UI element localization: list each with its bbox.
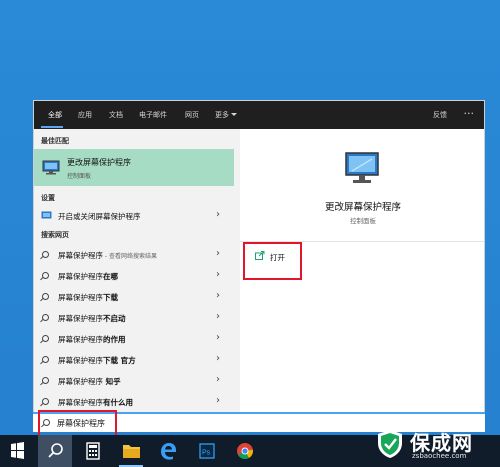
web-result-label: 屏幕保护程序下载 官方 [58,355,136,366]
preview-pane: 更改屏幕保护程序 控制面板 打开 [240,129,484,430]
annotation-highlight-box [38,410,117,437]
section-settings: 设置 [41,194,55,202]
web-result-label: 屏幕保护程序的作用 [58,334,126,345]
tab-documents[interactable]: 文档 [109,110,123,120]
search-icon [42,314,49,321]
tab-more-label: 更多 [215,111,229,119]
web-result-item[interactable]: 屏幕保护程序有什么用 › [34,392,234,412]
web-result-label: 屏幕保护程序 知乎 [58,376,121,387]
web-result-suffix: 不启动 [103,314,126,323]
svg-text:Ps: Ps [202,450,211,457]
web-result-suffix: 知乎 [103,377,121,386]
folder-icon [123,445,140,458]
settings-item[interactable]: 开启或关闭屏幕保护程序 › [34,206,234,226]
start-button[interactable] [0,435,34,467]
taskbar-chrome[interactable] [228,435,262,467]
web-result-item[interactable]: 屏幕保护程序下载 › [34,287,234,307]
calculator-icon [86,442,100,460]
screensaver-settings-icon [41,211,52,219]
section-best-match: 最佳匹配 [41,137,69,145]
chevron-right-icon[interactable]: › [216,353,220,364]
chevron-right-icon[interactable]: › [216,395,220,406]
taskbar-calculator[interactable] [76,435,110,467]
settings-item-label: 开启或关闭屏幕保护程序 [58,212,141,221]
web-result-query: 屏幕保护程序 [58,314,103,323]
preview-subtitle: 控制面板 [350,217,376,225]
web-result-label: 屏幕保护程序在哪 [58,271,118,282]
search-icon [42,293,49,300]
web-result-query: 屏幕保护程序 [58,398,103,407]
best-match-item[interactable]: 更改屏幕保护程序 控制面板 [34,149,234,186]
chevron-right-icon[interactable]: › [216,248,220,259]
chevron-right-icon[interactable]: › [216,374,220,385]
web-result-label: 屏幕保护程序不启动 [58,313,126,324]
search-icon [42,356,49,363]
windows-logo-icon [11,442,24,459]
more-options-icon[interactable]: ··· [464,107,475,120]
active-tab-indicator [41,126,63,128]
taskbar-search-button[interactable] [38,435,72,467]
web-result-item[interactable]: 屏幕保护程序的作用 › [34,329,234,349]
best-match-title: 更改屏幕保护程序 [67,158,131,167]
search-icon [42,398,49,405]
photoshop-icon: Ps [199,443,215,459]
tab-web[interactable]: 网页 [185,110,199,120]
web-result-label: 屏幕保护程序下载 [58,292,118,303]
web-result-hint: - 查看网络搜索结果 [103,253,157,260]
chevron-right-icon[interactable]: › [216,290,220,301]
chevron-right-icon[interactable]: › [216,332,220,343]
taskbar-edge[interactable] [152,435,186,467]
web-result-item[interactable]: 屏幕保护程序 知乎 › [34,371,234,391]
best-match-subtitle: 控制面板 [67,173,92,180]
web-result-item[interactable]: 屏幕保护程序不启动 › [34,308,234,328]
web-result-item[interactable]: 屏幕保护程序 - 查看网络搜索结果 › [34,245,234,265]
chevron-right-icon[interactable]: › [216,311,220,322]
search-icon [42,377,49,384]
chevron-right-icon[interactable]: › [216,269,220,280]
section-web-search: 搜索网页 [41,231,69,239]
taskbar-file-explorer[interactable] [114,435,148,467]
web-result-query: 屏幕保护程序 [58,335,103,344]
tab-apps[interactable]: 应用 [78,110,92,120]
watermark-url: zsbaochee.com [412,452,467,460]
web-result-query: 屏幕保护程序 [58,377,103,386]
chevron-down-icon [231,113,237,116]
taskbar-photoshop[interactable]: Ps [190,435,224,467]
results-list: 最佳匹配 更改屏幕保护程序 控制面板 设置 开启或关闭屏幕保护程序 › 搜索网页… [34,129,234,430]
web-result-query: 屏幕保护程序 [58,251,103,260]
search-icon [42,272,49,279]
tab-more[interactable]: 更多 [215,110,237,120]
filter-tab-bar: 全部 应用 文档 电子邮件 网页 更多 反馈 ··· [34,101,484,129]
web-result-suffix: 下载 官方 [103,356,136,365]
search-panel: 全部 应用 文档 电子邮件 网页 更多 反馈 ··· 最佳匹配 更改屏幕保护程序… [33,100,485,431]
web-result-suffix: 下载 [103,293,118,302]
chrome-browser-icon [237,443,254,459]
chevron-right-icon[interactable]: › [216,209,220,220]
edge-browser-icon [161,443,176,460]
web-result-query: 屏幕保护程序 [58,356,103,365]
search-icon [42,251,49,258]
tab-all[interactable]: 全部 [48,110,62,120]
feedback-button[interactable]: 反馈 [433,110,447,120]
web-result-label: 屏幕保护程序 - 查看网络搜索结果 [58,250,157,261]
preview-title: 更改屏幕保护程序 [324,202,401,213]
annotation-highlight-box [243,242,302,280]
web-result-suffix: 的作用 [103,335,126,344]
monitor-icon [345,152,379,183]
web-result-suffix: 有什么用 [103,398,133,407]
web-result-query: 屏幕保护程序 [58,293,103,302]
web-result-suffix: 在哪 [103,272,118,281]
tab-email[interactable]: 电子邮件 [139,110,167,120]
search-icon [48,443,63,458]
web-result-label: 屏幕保护程序有什么用 [58,397,133,408]
web-result-item[interactable]: 屏幕保护程序下载 官方 › [34,350,234,370]
web-result-item[interactable]: 屏幕保护程序在哪 › [34,266,234,286]
monitor-icon [42,160,60,175]
web-result-query: 屏幕保护程序 [58,272,103,281]
search-icon [42,335,49,342]
watermark-shield-logo [378,430,402,458]
